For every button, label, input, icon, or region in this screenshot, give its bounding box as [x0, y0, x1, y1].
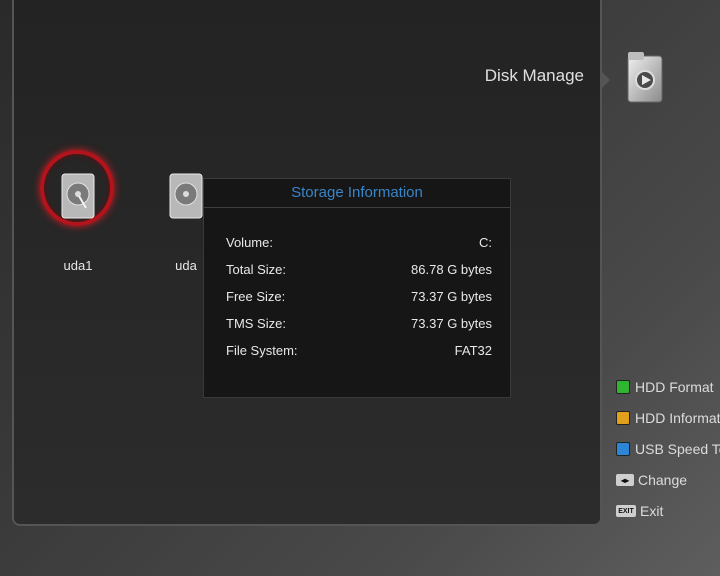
exit-key-icon: EXIT [616, 505, 636, 517]
info-row-total-size: Total Size: 86.78 G bytes [226, 262, 492, 282]
legend-hdd-information[interactable]: HDD Informatio [616, 408, 720, 428]
info-row-free-size: Free Size: 73.37 G bytes [226, 289, 492, 309]
hdd-icon [60, 172, 96, 220]
info-value: 86.78 G bytes [411, 262, 492, 277]
panel-pointer [600, 70, 610, 90]
info-label: Free Size: [226, 289, 286, 304]
hdd-icon [168, 172, 204, 220]
disk-item-uda1[interactable]: uda1 [38, 150, 118, 273]
blue-key-icon [616, 442, 630, 456]
folder-play-icon [624, 50, 668, 106]
storage-info-dialog: Storage Information Volume: C: Total Siz… [203, 178, 511, 398]
legend-exit[interactable]: EXIT Exit [616, 501, 663, 521]
info-row-file-system: File System: FAT32 [226, 343, 492, 363]
page-title: Disk Manage [484, 66, 584, 85]
info-label: File System: [226, 343, 298, 358]
info-label: Total Size: [226, 262, 286, 277]
info-value: 73.37 G bytes [411, 316, 492, 331]
legend-change[interactable]: ◂▸ Change [616, 470, 687, 490]
info-label: Volume: [226, 235, 273, 250]
disk-label: uda1 [63, 258, 93, 273]
legend-label: Change [638, 472, 688, 488]
info-value: C: [479, 235, 492, 250]
info-row-tms-size: TMS Size: 73.37 G bytes [226, 316, 492, 336]
green-key-icon [616, 380, 630, 394]
info-label: TMS Size: [226, 316, 286, 331]
legend-label: HDD Informatio [635, 410, 720, 426]
dialog-title: Storage Information [204, 179, 510, 208]
legend-label: HDD Format [635, 379, 714, 395]
left-right-key-icon: ◂▸ [616, 474, 634, 486]
legend-label: Exit [640, 503, 664, 519]
info-value: 73.37 G bytes [411, 289, 492, 304]
legend-usb-speed-test[interactable]: USB Speed Tes [616, 439, 720, 459]
info-value: FAT32 [454, 343, 492, 358]
legend-hdd-format[interactable]: HDD Format [616, 377, 714, 397]
yellow-key-icon [616, 411, 630, 425]
info-row-volume: Volume: C: [226, 235, 492, 255]
legend-label: USB Speed Tes [635, 441, 720, 457]
